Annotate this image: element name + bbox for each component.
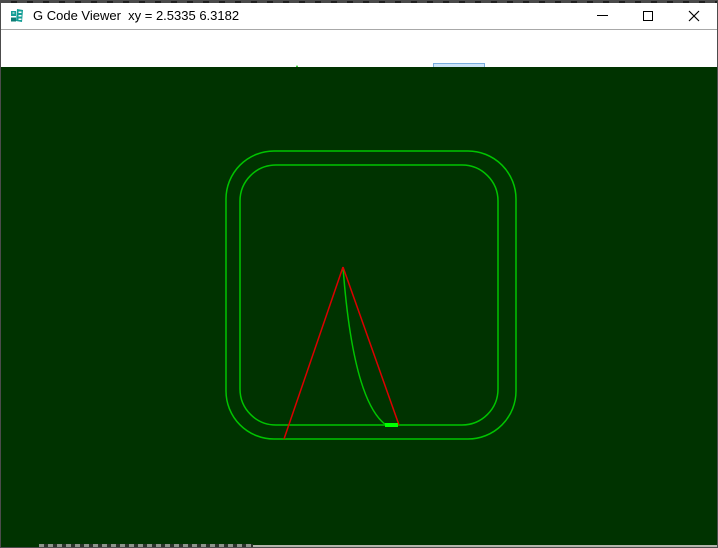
minimize-icon [596,15,608,16]
close-button[interactable] [671,1,717,30]
close-icon [688,10,700,21]
window-title: G Code Viewer xy = 2.5335 6.3182 [33,8,240,23]
canvas-background [1,67,717,544]
maximize-icon [643,10,653,21]
window-controls [579,1,717,30]
bottom-edge-gray [253,545,717,547]
window-top-edge [1,1,717,3]
gcode-canvas[interactable] [1,67,717,544]
maximize-button[interactable] [625,1,671,30]
window-bottom-edge [1,542,717,547]
app-logo-icon [11,9,23,22]
toolbar: XY YZ XZ XY CLEAR [1,31,717,95]
minimize-button[interactable] [579,1,625,30]
title-bar[interactable]: G Code Viewer xy = 2.5335 6.3182 [1,1,717,30]
bottom-edge-dashes [39,544,253,547]
gcode-viewer-window: G Code Viewer xy = 2.5335 6.3182 XY [0,0,718,548]
